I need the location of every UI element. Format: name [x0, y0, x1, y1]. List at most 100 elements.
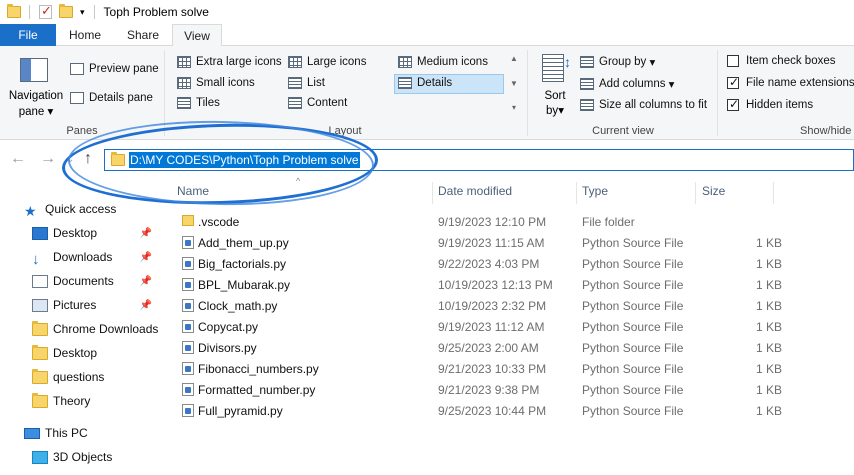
customize-toolbar-icon[interactable]: ▾ — [80, 7, 85, 18]
sidebar-item-chrome-downloads[interactable]: Chrome Downloads — [32, 318, 158, 340]
table-row[interactable]: Fibonacci_numbers.py 9/21/2023 10:33 PM Py… — [174, 359, 782, 380]
sidebar-item-downloads[interactable]: ↓ Downloads 📌 — [32, 246, 160, 268]
layout-small-icons[interactable]: Small icons — [177, 77, 255, 89]
column-header-size[interactable]: Size — [702, 184, 725, 204]
table-row[interactable]: Clock_math.py 10/19/2023 2:32 PM Python So… — [174, 296, 782, 317]
table-row[interactable]: Divisors.py 9/25/2023 2:00 AM Python Sourc… — [174, 338, 782, 359]
navigation-pane-label-2: pane ▾ — [18, 106, 54, 118]
content-icon — [288, 97, 302, 109]
file-name: Copycat.py — [198, 320, 259, 334]
table-row[interactable]: BPL_Mubarak.py 10/19/2023 12:13 PM Python … — [174, 275, 782, 296]
download-arrow-icon: ↓ — [32, 250, 40, 268]
sidebar-item-desktop-folder[interactable]: Desktop — [32, 342, 97, 364]
details-pane-icon — [70, 92, 84, 104]
hidden-items-toggle[interactable]: Hidden items — [727, 97, 813, 111]
folder-icon — [32, 320, 48, 336]
back-arrow-icon[interactable]: ← — [10, 150, 26, 168]
file-name: Big_factorials.py — [198, 257, 287, 271]
column-header-date-modified[interactable]: Date modified — [438, 184, 512, 204]
column-header-name[interactable]: Name — [177, 184, 209, 204]
table-row[interactable]: .vscode 9/19/2023 12:10 PM File folder — [174, 212, 774, 233]
details-pane-button[interactable]: Details pane — [70, 92, 153, 104]
python-file-icon — [182, 299, 194, 312]
scroll-down-icon[interactable]: ▼ — [510, 79, 518, 88]
tab-home[interactable]: Home — [56, 24, 114, 46]
layout-scroll[interactable]: ▲ ▼ ▾ — [508, 54, 520, 112]
preview-pane-button[interactable]: Preview pane — [70, 63, 159, 75]
pin-icon[interactable]: 📌 — [140, 252, 152, 263]
desktop-icon — [32, 226, 48, 240]
column-header-type[interactable]: Type — [582, 184, 608, 204]
checkbox-checked-icon — [727, 97, 739, 111]
star-icon: ★ — [24, 202, 37, 219]
python-file-icon — [182, 320, 194, 333]
item-check-boxes-toggle[interactable]: Item check boxes — [727, 55, 835, 67]
sidebar-item-3d-objects[interactable]: 3D Objects — [32, 446, 112, 468]
group-by-button[interactable]: Group by ▾ — [580, 55, 655, 69]
expand-icon[interactable]: ▾ — [512, 103, 516, 112]
size-all-columns-button[interactable]: Size all columns to fit — [580, 99, 707, 111]
layout-content[interactable]: Content — [288, 97, 347, 109]
pin-icon[interactable]: 📌 — [140, 276, 152, 287]
add-columns-button[interactable]: Add columns ▾ — [580, 77, 674, 91]
window-title: Toph Problem solve — [103, 5, 209, 19]
layout-medium-icons[interactable]: Medium icons — [398, 56, 488, 68]
size-all-columns-icon — [580, 99, 594, 111]
file-type: Python Source File — [582, 404, 684, 418]
divider — [773, 182, 774, 204]
table-row[interactable]: Full_pyramid.py 9/25/2023 10:44 PM Python … — [174, 401, 782, 422]
python-file-icon — [182, 404, 194, 417]
sort-by-label: Sort — [544, 90, 566, 102]
layout-details[interactable]: Details — [398, 77, 452, 89]
tab-share[interactable]: Share — [114, 24, 172, 46]
sidebar-item-quick-access[interactable]: ★ Quick access — [24, 198, 116, 220]
divider — [432, 182, 433, 204]
sidebar-item-pictures[interactable]: Pictures 📌 — [32, 294, 160, 316]
navigation-pane-icon — [20, 58, 48, 82]
file-date-modified: 9/21/2023 10:33 PM — [438, 362, 547, 376]
folder-icon — [7, 4, 21, 18]
tab-file[interactable]: File — [0, 24, 56, 46]
file-date-modified: 10/19/2023 2:32 PM — [438, 299, 547, 313]
file-name: Clock_math.py — [198, 299, 278, 313]
scroll-up-icon[interactable]: ▲ — [510, 54, 518, 63]
sidebar-item-desktop[interactable]: Desktop 📌 — [32, 222, 160, 244]
file-size: 1 KB — [755, 320, 782, 334]
table-row[interactable]: Copycat.py 9/19/2023 11:12 AM Python Sourc… — [174, 317, 782, 338]
properties-icon[interactable] — [39, 3, 52, 19]
layout-list[interactable]: List — [288, 77, 325, 89]
sort-by-icon — [542, 54, 564, 82]
pin-icon[interactable]: 📌 — [140, 300, 152, 311]
file-size: 1 KB — [755, 299, 782, 313]
new-folder-icon[interactable] — [59, 4, 73, 18]
sidebar-item-theory[interactable]: Theory — [32, 390, 90, 412]
folder-icon — [182, 215, 194, 226]
current-view-group-label: Current view — [592, 125, 654, 137]
sort-arrow-icon: ↕ — [564, 54, 571, 70]
pin-icon[interactable]: 📌 — [140, 228, 152, 239]
preview-pane-icon — [70, 63, 84, 75]
tab-view[interactable]: View — [172, 24, 222, 47]
sort-by-button[interactable]: ↕ Sort by▾ — [538, 54, 572, 118]
sidebar-item-this-pc[interactable]: This PC — [24, 422, 88, 444]
large-icons-icon — [288, 56, 302, 68]
file-type: Python Source File — [582, 320, 684, 334]
table-row[interactable]: Formatted_number.py 9/21/2023 9:38 PM Pyth… — [174, 380, 782, 401]
computer-icon — [24, 427, 40, 439]
file-name-extensions-toggle[interactable]: File name extensions — [727, 75, 854, 89]
layout-tiles[interactable]: Tiles — [177, 97, 220, 109]
layout-large-icons[interactable]: Large icons — [288, 56, 366, 68]
file-name: Fibonacci_numbers.py — [198, 362, 319, 376]
layout-extra-large-icons[interactable]: Extra large icons — [177, 56, 282, 68]
navigation-pane-button[interactable]: Navigation pane ▾ — [6, 52, 66, 118]
file-size: 1 KB — [755, 362, 782, 376]
show-hide-group-label: Show/hide — [800, 125, 852, 137]
sidebar-item-documents[interactable]: Documents 📌 — [32, 270, 160, 292]
forward-arrow-icon[interactable]: → — [40, 150, 56, 168]
navigation-pane: ★ Quick access Desktop 📌 ↓ Downloads 📌 D… — [0, 196, 160, 475]
sidebar-item-questions[interactable]: questions — [32, 366, 104, 388]
cube-icon — [32, 450, 48, 464]
python-file-icon — [182, 236, 194, 249]
table-row[interactable]: Big_factorials.py 9/22/2023 4:03 PM Python… — [174, 254, 782, 275]
table-row[interactable]: Add_them_up.py 9/19/2023 11:15 AM Python S… — [174, 233, 782, 254]
